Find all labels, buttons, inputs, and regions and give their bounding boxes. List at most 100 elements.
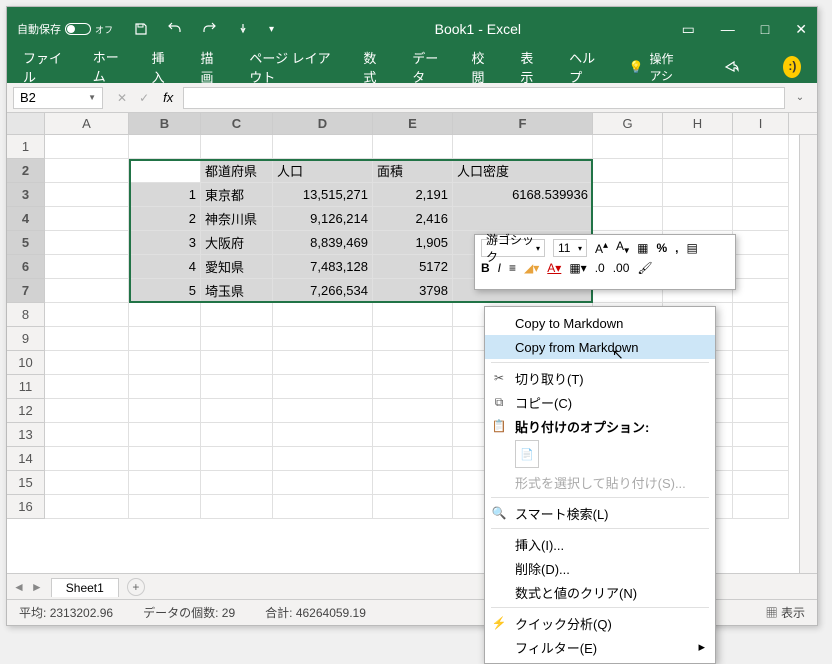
- cell[interactable]: [45, 399, 129, 423]
- percent-icon[interactable]: %: [656, 241, 667, 255]
- fill-color-icon[interactable]: ◢▾: [524, 261, 539, 275]
- cell[interactable]: 4: [129, 255, 201, 279]
- cell[interactable]: [733, 375, 789, 399]
- context-menu-item[interactable]: ⧉コピー(C): [485, 390, 715, 414]
- cell[interactable]: 人口密度: [453, 159, 593, 183]
- cell[interactable]: [201, 423, 273, 447]
- cell[interactable]: [593, 183, 663, 207]
- cell[interactable]: [45, 423, 129, 447]
- cell[interactable]: 2,416: [373, 207, 453, 231]
- clear-format-icon[interactable]: 🖌: [637, 261, 652, 275]
- bold-button[interactable]: B: [481, 261, 490, 275]
- cell[interactable]: 面積: [373, 159, 453, 183]
- cell[interactable]: [733, 399, 789, 423]
- cell[interactable]: 人口: [273, 159, 373, 183]
- cell[interactable]: [593, 135, 663, 159]
- cell[interactable]: [663, 135, 733, 159]
- cell[interactable]: [201, 351, 273, 375]
- cell[interactable]: 1,905: [373, 231, 453, 255]
- row-header[interactable]: 8: [7, 303, 45, 327]
- mini-font-name[interactable]: 游ゴシック▾: [481, 239, 545, 257]
- cell[interactable]: 5172: [373, 255, 453, 279]
- cell[interactable]: [45, 207, 129, 231]
- cell[interactable]: [453, 207, 593, 231]
- cell[interactable]: [45, 255, 129, 279]
- cell[interactable]: [733, 231, 789, 255]
- cell[interactable]: [201, 495, 273, 519]
- tab-review[interactable]: 校閲: [471, 48, 492, 86]
- display-settings-icon[interactable]: ▦ 表示: [766, 604, 805, 621]
- tab-formulas[interactable]: 数式: [363, 48, 384, 86]
- tab-help[interactable]: ヘルプ: [569, 48, 600, 86]
- column-header-b[interactable]: B: [129, 113, 201, 134]
- cell[interactable]: [129, 351, 201, 375]
- cell[interactable]: [733, 303, 789, 327]
- cell[interactable]: [273, 303, 373, 327]
- increase-decimal-icon[interactable]: .00: [613, 261, 630, 275]
- cell[interactable]: [733, 351, 789, 375]
- context-menu-item[interactable]: 📋貼り付けのオプション:: [485, 414, 715, 438]
- cell[interactable]: [45, 495, 129, 519]
- row-header[interactable]: 10: [7, 351, 45, 375]
- cell[interactable]: 3798: [373, 279, 453, 303]
- borders-icon[interactable]: ▤: [686, 241, 697, 255]
- cell[interactable]: [273, 135, 373, 159]
- column-header-d[interactable]: D: [273, 113, 373, 134]
- cell[interactable]: [129, 399, 201, 423]
- cell[interactable]: [45, 231, 129, 255]
- row-header[interactable]: 1: [7, 135, 45, 159]
- cell[interactable]: 大阪府: [201, 231, 273, 255]
- cell[interactable]: [663, 159, 733, 183]
- tab-home[interactable]: ホーム: [93, 47, 124, 87]
- row-header[interactable]: 13: [7, 423, 45, 447]
- sheet-tab-1[interactable]: Sheet1: [51, 578, 119, 597]
- row-header[interactable]: 3: [7, 183, 45, 207]
- column-header-h[interactable]: H: [663, 113, 733, 134]
- cell[interactable]: 1: [129, 183, 201, 207]
- cell[interactable]: [129, 447, 201, 471]
- row-header[interactable]: 14: [7, 447, 45, 471]
- cell[interactable]: [733, 135, 789, 159]
- row-header[interactable]: 7: [7, 279, 45, 303]
- formula-bar-expand-icon[interactable]: ⌄: [789, 92, 811, 103]
- cell[interactable]: [273, 423, 373, 447]
- sheet-nav[interactable]: ◄►: [13, 580, 43, 594]
- tab-file[interactable]: ファイル: [23, 48, 65, 86]
- cell[interactable]: [45, 327, 129, 351]
- cell[interactable]: 都道府県: [201, 159, 273, 183]
- column-header-a[interactable]: A: [45, 113, 129, 134]
- cell[interactable]: [373, 303, 453, 327]
- tab-insert[interactable]: 挿入: [152, 48, 173, 86]
- cell[interactable]: 13,515,271: [273, 183, 373, 207]
- tab-data[interactable]: データ: [412, 48, 443, 86]
- cell[interactable]: [45, 279, 129, 303]
- tab-draw[interactable]: 描画: [200, 48, 221, 86]
- row-header[interactable]: 16: [7, 495, 45, 519]
- column-header-c[interactable]: C: [201, 113, 273, 134]
- cell[interactable]: [129, 423, 201, 447]
- cell[interactable]: 2: [129, 207, 201, 231]
- row-header[interactable]: 6: [7, 255, 45, 279]
- cell[interactable]: [201, 375, 273, 399]
- cell[interactable]: [733, 255, 789, 279]
- cell[interactable]: 埼玉県: [201, 279, 273, 303]
- row-header[interactable]: 12: [7, 399, 45, 423]
- tell-me[interactable]: 💡 操作アシ: [628, 50, 683, 84]
- name-box[interactable]: B2 ▼: [13, 87, 103, 109]
- context-menu-item[interactable]: 挿入(I)...: [485, 532, 715, 556]
- cell[interactable]: [373, 351, 453, 375]
- mini-font-size[interactable]: 11▾: [553, 239, 587, 257]
- cell[interactable]: [733, 471, 789, 495]
- cell[interactable]: [129, 159, 201, 183]
- cell[interactable]: [373, 375, 453, 399]
- column-header-e[interactable]: E: [373, 113, 453, 134]
- cell[interactable]: [129, 135, 201, 159]
- save-icon[interactable]: [133, 21, 149, 37]
- cell[interactable]: [273, 375, 373, 399]
- italic-button[interactable]: I: [498, 261, 501, 275]
- cell[interactable]: 6168.539936: [453, 183, 593, 207]
- cell[interactable]: [45, 351, 129, 375]
- align-icon[interactable]: ≡: [509, 261, 516, 275]
- row-header[interactable]: 4: [7, 207, 45, 231]
- comma-icon[interactable]: ,: [675, 241, 678, 255]
